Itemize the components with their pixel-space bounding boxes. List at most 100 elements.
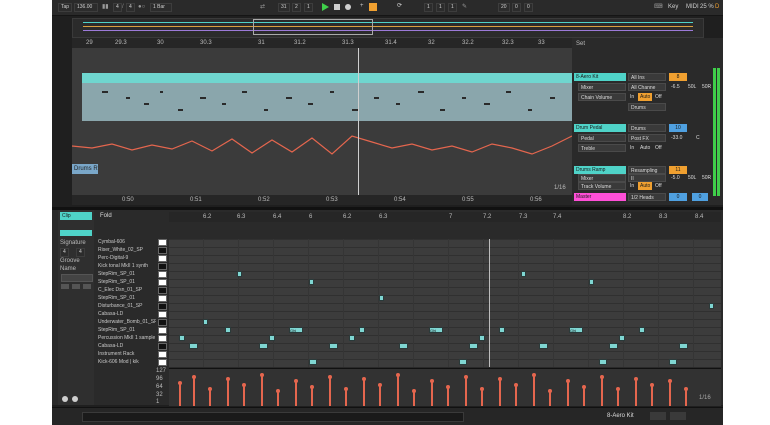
piano-key[interactable] <box>158 287 167 294</box>
track-8-aero-kit[interactable]: 8-Aero Kit Mixer Chain Volume All Ins Al… <box>574 73 721 121</box>
piano-key[interactable] <box>158 319 167 326</box>
loop-start-beat[interactable]: 1 <box>436 3 445 12</box>
key-map-button[interactable]: Key <box>668 4 678 10</box>
track-drums-ramp[interactable]: Drums Ramp Mixer Track Volume Resampling… <box>574 166 721 192</box>
note[interactable] <box>179 335 185 341</box>
velocity-bar[interactable] <box>582 385 586 406</box>
note[interactable] <box>469 343 478 349</box>
input-select[interactable]: Resampling <box>628 166 666 174</box>
track-name[interactable]: Master <box>574 193 626 201</box>
clip-button[interactable] <box>61 284 69 289</box>
tap-button[interactable]: Tap <box>58 3 73 12</box>
monitor-in[interactable]: In <box>628 182 636 190</box>
note[interactable] <box>499 327 505 333</box>
channel-select[interactable]: All Channe <box>628 83 666 91</box>
param-select[interactable]: Treble <box>578 144 626 152</box>
track-name[interactable]: Drums Ramp <box>574 166 626 174</box>
piano-key[interactable] <box>158 263 167 270</box>
velocity-bar[interactable] <box>616 387 620 406</box>
commit-button[interactable] <box>61 274 93 282</box>
velocity-bar[interactable] <box>178 381 182 406</box>
velocity-bar[interactable] <box>566 379 570 406</box>
velocity-bar[interactable] <box>378 383 382 406</box>
velocity-bar[interactable] <box>446 385 450 406</box>
drum-row-label[interactable]: Disturbance_01_SP <box>98 303 156 310</box>
midi-map-button[interactable]: MIDI <box>686 4 699 10</box>
follow-icon[interactable]: ⇄ <box>260 4 265 10</box>
output-select[interactable]: 1/2 Heads <box>628 193 666 201</box>
note[interactable]: Ghi <box>569 327 583 333</box>
drum-row-label[interactable]: Percussion MkII 1 sample <box>98 335 156 342</box>
position-sixteenth[interactable]: 1 <box>304 3 313 12</box>
record-icon[interactable] <box>345 4 351 10</box>
channel-select[interactable]: II <box>628 174 666 182</box>
track-name[interactable]: Drum Pedal <box>574 124 626 132</box>
input-select[interactable]: All Ins <box>628 73 666 81</box>
overview-viewport[interactable] <box>253 19 373 35</box>
velocity-bar[interactable] <box>548 389 552 406</box>
monitor-off[interactable]: Off <box>653 182 664 190</box>
note[interactable] <box>521 271 526 277</box>
param-select[interactable]: Chain Volume <box>578 93 626 101</box>
send-value[interactable]: 50R <box>700 174 713 182</box>
note[interactable] <box>237 271 242 277</box>
monitor-auto[interactable]: Auto <box>638 93 653 101</box>
velocity-bar[interactable] <box>276 389 280 406</box>
envelope-icon[interactable] <box>72 396 78 402</box>
piano-key[interactable] <box>158 335 167 342</box>
track-name[interactable]: 8-Aero Kit <box>574 73 626 81</box>
pan-value[interactable]: C <box>694 134 702 142</box>
monitor-auto[interactable]: Auto <box>638 144 652 152</box>
velocity-bar[interactable] <box>600 375 604 406</box>
note[interactable] <box>399 343 408 349</box>
velocity-bar[interactable] <box>684 387 688 406</box>
note[interactable] <box>379 295 384 301</box>
loop-len-bar[interactable]: 20 <box>498 3 510 12</box>
velocity-bar[interactable] <box>310 385 314 406</box>
drum-row-label[interactable]: StepRim_SP_01 <box>98 279 156 286</box>
velocity-bar[interactable] <box>260 373 264 406</box>
velocity-bar[interactable] <box>480 387 484 406</box>
position-bar[interactable]: 31 <box>278 3 290 12</box>
drum-row-label[interactable]: C_Elec Dsn_01_SP <box>98 287 156 294</box>
drum-row-label[interactable]: Cabasa-LD <box>98 311 156 318</box>
drum-row-label[interactable]: StepRim_SP_01 <box>98 295 156 302</box>
status-button[interactable] <box>670 412 686 420</box>
note[interactable]: Ghi <box>289 327 303 333</box>
note[interactable] <box>349 335 355 341</box>
clip-button[interactable] <box>72 284 80 289</box>
note[interactable] <box>589 279 594 285</box>
arrangement-clip[interactable]: Drums R <box>72 164 98 174</box>
computer-keyboard-icon[interactable]: ⌨ <box>654 4 663 10</box>
status-scroll[interactable] <box>82 412 464 422</box>
piano-key[interactable] <box>158 279 167 286</box>
fold-button[interactable]: Fold <box>100 213 112 219</box>
pan-value[interactable]: 50L <box>686 174 698 182</box>
signature-den[interactable]: 4 <box>76 248 85 257</box>
velocity-bar[interactable] <box>514 383 518 406</box>
position-beat[interactable]: 2 <box>292 3 301 12</box>
piano-key[interactable] <box>158 295 167 302</box>
clip-tab[interactable]: Clip <box>60 212 92 220</box>
drum-row-label[interactable]: StepRim_SP_01 <box>98 271 156 278</box>
play-icon[interactable] <box>322 3 329 11</box>
device-select[interactable]: Mixer <box>578 174 626 182</box>
master-track[interactable]: Master 1/2 Heads 0 0 <box>574 193 721 203</box>
velocity-lane[interactable]: 1/16 <box>169 368 721 406</box>
volume-value[interactable]: -5.0 <box>669 174 682 182</box>
draw-mode-icon[interactable]: ✎ <box>462 4 467 10</box>
status-button[interactable] <box>650 412 666 420</box>
note[interactable] <box>669 359 677 365</box>
loop-dots-icon[interactable]: ●○ <box>138 4 145 10</box>
piano-key[interactable] <box>158 359 167 366</box>
loop-start-bar[interactable]: 1 <box>424 3 433 12</box>
velocity-bar[interactable] <box>668 379 672 406</box>
note[interactable] <box>609 343 618 349</box>
piano-key[interactable] <box>158 351 167 358</box>
time-sig-num[interactable]: 4 <box>113 3 122 12</box>
velocity-bar[interactable] <box>192 375 196 406</box>
automation-curve[interactable] <box>72 126 572 164</box>
capture-icon[interactable]: ⟳ <box>397 3 402 9</box>
drum-row-label[interactable]: Riser_White_02_SP <box>98 247 156 254</box>
clip-color-bar[interactable] <box>60 230 92 236</box>
